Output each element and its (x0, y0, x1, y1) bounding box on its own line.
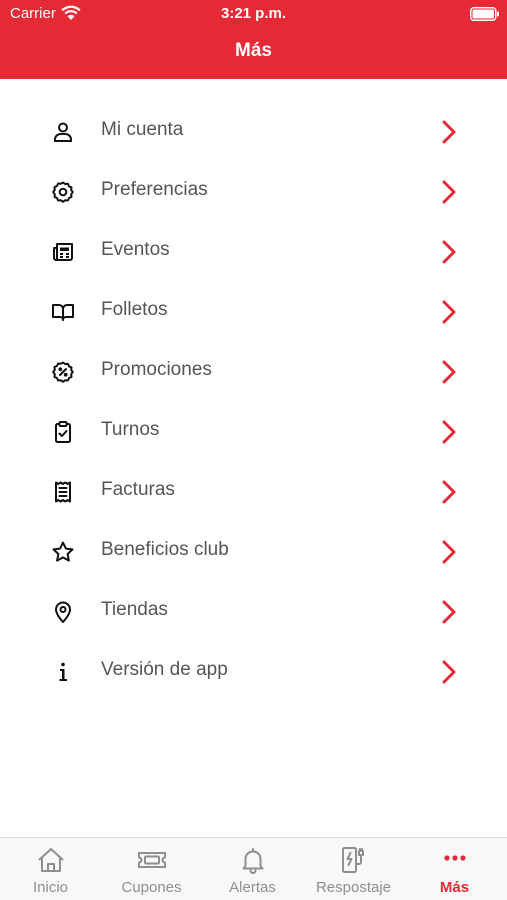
tab-inicio[interactable]: Inicio (0, 838, 101, 900)
tab-mas[interactable]: Más (404, 838, 505, 900)
menu-item-eventos[interactable]: Eventos (0, 222, 507, 282)
menu-item-label: Versión de app (101, 659, 228, 680)
chevron-right-icon (442, 240, 456, 264)
more-dots-icon (443, 855, 466, 861)
info-icon (59, 662, 67, 681)
menu-item-label: Mi cuenta (101, 119, 184, 140)
menu-item-label: Promociones (101, 359, 212, 380)
menu-item-folletos[interactable]: Folletos (0, 282, 507, 342)
status-bar: Carrier 3:21 p.m. (0, 0, 507, 28)
chevron-right-icon (442, 300, 456, 324)
chevron-right-icon (442, 540, 456, 564)
newspaper-icon (53, 243, 73, 261)
menu-item-tiendas[interactable]: Tiendas (0, 582, 507, 642)
battery-icon (470, 7, 499, 21)
ticket-icon (137, 852, 166, 868)
tab-label: Inicio (32, 879, 69, 896)
chevron-right-icon (442, 480, 456, 504)
menu-item-promociones[interactable]: Promociones (0, 342, 507, 402)
clipboard-check-icon (55, 421, 71, 443)
page-title: Más (235, 40, 272, 61)
menu-item-label: Turnos (101, 419, 160, 440)
tab-label: Respostaje (315, 879, 392, 896)
receipt-icon (55, 481, 71, 503)
tab-alertas[interactable]: Alertas (202, 838, 303, 900)
tab-label: Más (439, 879, 470, 896)
chevron-right-icon (442, 660, 456, 684)
discount-badge-icon (52, 361, 74, 383)
menu-item-mi-cuenta[interactable]: Mi cuenta (0, 102, 507, 162)
menu-item-label: Facturas (101, 479, 175, 500)
star-icon (52, 541, 74, 562)
chevron-right-icon (442, 420, 456, 444)
chevron-right-icon (442, 180, 456, 204)
tab-cupones[interactable]: Cupones (101, 838, 202, 900)
top-bar: Carrier 3:21 p.m. Más (0, 0, 507, 79)
menu-item-label: Tiendas (101, 599, 168, 620)
tab-bar: Inicio Cupones Alertas Respostaje Más (0, 837, 507, 900)
status-time: 3:21 p.m. (220, 5, 287, 22)
tab-label: Cupones (121, 879, 182, 896)
map-pin-icon (55, 601, 71, 623)
tab-respostaje[interactable]: Respostaje (303, 838, 404, 900)
gear-icon (52, 181, 74, 203)
book-icon (52, 304, 74, 321)
chevron-right-icon (442, 120, 456, 144)
menu-item-preferencias[interactable]: Preferencias (0, 162, 507, 222)
menu-item-label: Beneficios club (101, 539, 229, 560)
menu-item-version-de-app[interactable]: Versión de app (0, 642, 507, 702)
tab-label: Alertas (229, 879, 276, 896)
menu-item-beneficios-club[interactable]: Beneficios club (0, 522, 507, 582)
menu-item-turnos[interactable]: Turnos (0, 402, 507, 462)
menu-item-facturas[interactable]: Facturas (0, 462, 507, 522)
menu-item-label: Preferencias (101, 179, 208, 200)
user-icon (54, 122, 72, 142)
chevron-right-icon (442, 360, 456, 384)
home-icon (37, 848, 64, 872)
fuel-charger-icon (341, 847, 364, 873)
chevron-right-icon (442, 600, 456, 624)
bell-icon (242, 848, 263, 874)
menu-item-label: Folletos (101, 299, 168, 320)
more-menu: Mi cuenta Preferencias Eventos Folletos (0, 102, 507, 702)
menu-item-label: Eventos (101, 239, 170, 260)
